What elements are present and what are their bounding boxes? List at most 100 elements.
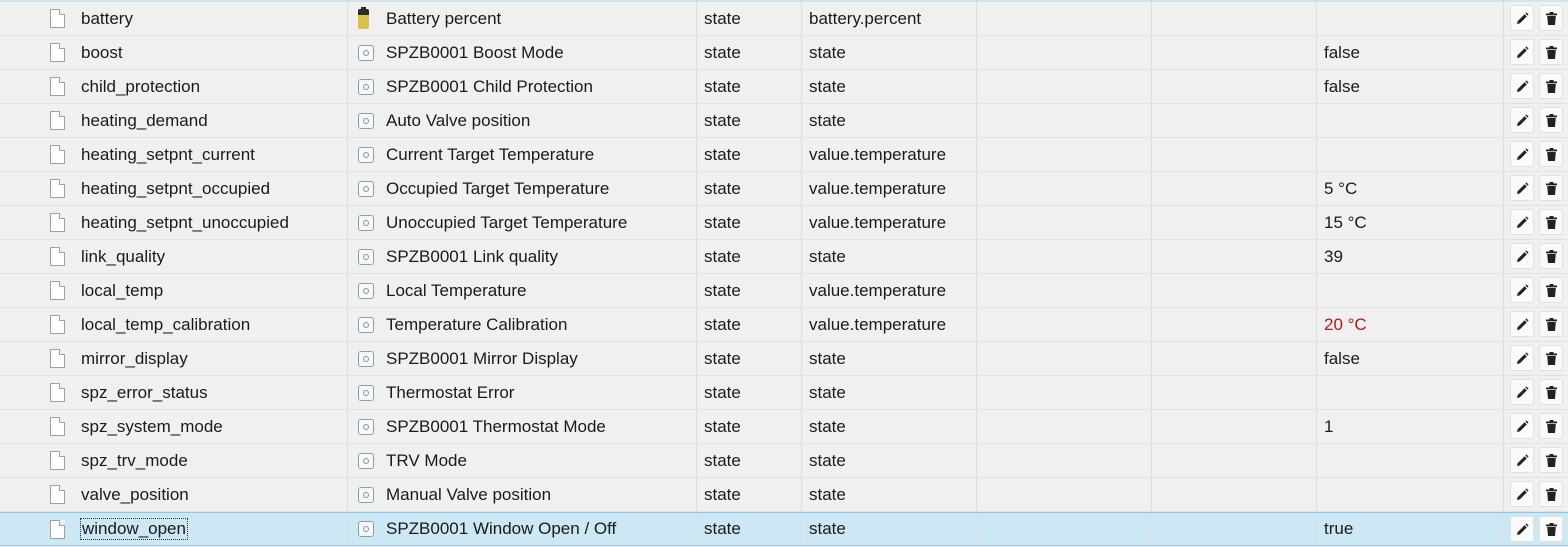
table-row[interactable]: battery Battery percent state battery.perce…: [0, 2, 1568, 36]
object-id[interactable]: spz_trv_mode: [81, 451, 188, 471]
column-divider: [696, 513, 697, 545]
column-divider: [347, 513, 348, 545]
table-row[interactable]: heating_demand Auto Valve position state st…: [0, 104, 1568, 138]
edit-button[interactable]: [1510, 379, 1534, 405]
table-row[interactable]: local_temp Local Temperature state value.te…: [0, 274, 1568, 308]
edit-button[interactable]: [1510, 481, 1534, 507]
object-value[interactable]: 15 °C: [1324, 206, 1367, 239]
column-divider: [1316, 240, 1317, 273]
object-id[interactable]: boost: [81, 43, 123, 63]
edit-button[interactable]: [1510, 516, 1534, 542]
edit-button[interactable]: [1510, 345, 1534, 371]
table-row[interactable]: spz_system_mode SPZB0001 Thermostat Mode s…: [0, 410, 1568, 444]
object-id[interactable]: spz_error_status: [81, 383, 208, 403]
delete-button[interactable]: [1539, 481, 1563, 507]
object-id[interactable]: spz_system_mode: [81, 417, 223, 437]
edit-button[interactable]: [1510, 243, 1534, 269]
delete-button[interactable]: [1539, 516, 1563, 542]
object-id-cell[interactable]: heating_setpnt_current: [81, 138, 255, 171]
object-id-cell[interactable]: window_open: [80, 513, 188, 545]
delete-button[interactable]: [1539, 73, 1563, 99]
delete-button[interactable]: [1539, 107, 1563, 133]
object-id[interactable]: window_open: [80, 518, 188, 540]
delete-button[interactable]: [1539, 345, 1563, 371]
object-id-cell[interactable]: battery: [81, 2, 133, 35]
edit-button[interactable]: [1510, 277, 1534, 303]
delete-button[interactable]: [1539, 243, 1563, 269]
delete-button[interactable]: [1539, 447, 1563, 473]
object-value[interactable]: 39: [1324, 240, 1343, 273]
delete-button[interactable]: [1539, 39, 1563, 65]
object-id[interactable]: battery: [81, 9, 133, 29]
edit-button[interactable]: [1510, 209, 1534, 235]
row-file-icon-cell: [50, 36, 70, 69]
object-id-cell[interactable]: heating_demand: [81, 104, 208, 137]
table-row[interactable]: heating_setpnt_current Current Target Tem…: [0, 138, 1568, 172]
edit-button[interactable]: [1510, 39, 1534, 65]
object-id-cell[interactable]: spz_system_mode: [81, 410, 223, 443]
table-row[interactable]: local_temp_calibration Temperature Calibr…: [0, 308, 1568, 342]
table-row[interactable]: valve_position Manual Valve position state…: [0, 478, 1568, 512]
edit-button[interactable]: [1510, 107, 1534, 133]
object-id-cell[interactable]: local_temp: [81, 274, 163, 307]
column-divider: [801, 376, 802, 409]
object-value[interactable]: true: [1324, 513, 1353, 545]
object-id-cell[interactable]: link_quality: [81, 240, 165, 273]
column-divider: [1151, 308, 1152, 341]
object-value[interactable]: 20 °C: [1324, 308, 1367, 341]
object-id-cell[interactable]: mirror_display: [81, 342, 188, 375]
column-divider: [347, 2, 348, 35]
delete-button[interactable]: [1539, 379, 1563, 405]
table-row[interactable]: heating_setpnt_unoccupied Unoccupied Targ…: [0, 206, 1568, 240]
delete-button[interactable]: [1539, 5, 1563, 31]
object-type: state: [704, 450, 741, 470]
object-id[interactable]: heating_demand: [81, 111, 208, 131]
object-id-cell[interactable]: heating_setpnt_unoccupied: [81, 206, 289, 239]
edit-button[interactable]: [1510, 5, 1534, 31]
object-id-cell[interactable]: spz_trv_mode: [81, 444, 188, 477]
object-id-cell[interactable]: heating_setpnt_occupied: [81, 172, 270, 205]
object-id-cell[interactable]: local_temp_calibration: [81, 308, 250, 341]
object-id[interactable]: local_temp: [81, 281, 163, 301]
object-id-cell[interactable]: spz_error_status: [81, 376, 208, 409]
delete-button[interactable]: [1539, 413, 1563, 439]
table-row[interactable]: window_open SPZB0001 Window Open / Off sta…: [0, 512, 1568, 546]
object-id[interactable]: heating_setpnt_current: [81, 145, 255, 165]
edit-button[interactable]: [1510, 447, 1534, 473]
edit-button[interactable]: [1510, 141, 1534, 167]
table-row[interactable]: spz_error_status Thermostat Error state sta…: [0, 376, 1568, 410]
delete-button[interactable]: [1539, 141, 1563, 167]
table-row[interactable]: boost SPZB0001 Boost Mode state state false: [0, 36, 1568, 70]
edit-button[interactable]: [1510, 311, 1534, 337]
delete-button[interactable]: [1539, 175, 1563, 201]
object-id[interactable]: valve_position: [81, 485, 189, 505]
object-value[interactable]: false: [1324, 342, 1360, 375]
object-id-cell[interactable]: boost: [81, 36, 123, 69]
object-value[interactable]: 1: [1324, 410, 1333, 443]
table-row[interactable]: mirror_display SPZB0001 Mirror Display sta…: [0, 342, 1568, 376]
table-row[interactable]: link_quality SPZB0001 Link quality state st…: [0, 240, 1568, 274]
delete-button[interactable]: [1539, 277, 1563, 303]
document-icon: [50, 213, 65, 232]
edit-button[interactable]: [1510, 73, 1534, 99]
object-value[interactable]: false: [1324, 70, 1360, 103]
edit-button[interactable]: [1510, 175, 1534, 201]
table-row[interactable]: child_protection SPZB0001 Child Protectio…: [0, 70, 1568, 104]
delete-button[interactable]: [1539, 209, 1563, 235]
object-id[interactable]: link_quality: [81, 247, 165, 267]
object-id[interactable]: child_protection: [81, 77, 200, 97]
column-divider: [696, 410, 697, 443]
table-row[interactable]: heating_setpnt_occupied Occupied Target T…: [0, 172, 1568, 206]
table-row[interactable]: spz_trv_mode TRV Mode state state: [0, 444, 1568, 478]
object-id[interactable]: local_temp_calibration: [81, 315, 250, 335]
object-id-cell[interactable]: child_protection: [81, 70, 200, 103]
object-id[interactable]: mirror_display: [81, 349, 188, 369]
delete-button[interactable]: [1539, 311, 1563, 337]
object-id-cell[interactable]: valve_position: [81, 478, 189, 511]
object-value[interactable]: false: [1324, 36, 1360, 69]
edit-button[interactable]: [1510, 413, 1534, 439]
object-value[interactable]: 5 °C: [1324, 172, 1357, 205]
object-role: value.temperature: [809, 212, 947, 232]
object-id[interactable]: heating_setpnt_unoccupied: [81, 213, 289, 233]
object-id[interactable]: heating_setpnt_occupied: [81, 179, 270, 199]
